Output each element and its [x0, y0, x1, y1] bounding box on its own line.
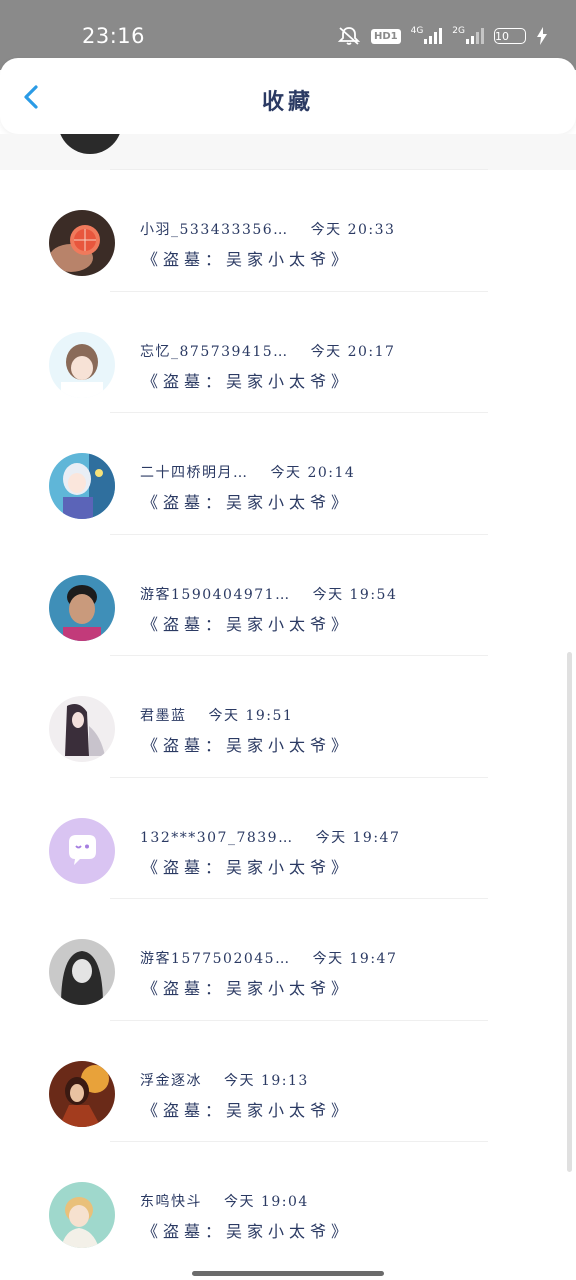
- avatar: [49, 939, 115, 1005]
- page-title: 收藏: [261, 89, 314, 115]
- status-icons: HD1 4G 2G 10: [337, 25, 548, 47]
- item-meta: 君墨蓝 今天 19:51: [140, 705, 293, 725]
- avatar: [49, 453, 115, 519]
- list-item[interactable]: 游客1590404971… 今天 19:54 《盗墓：吴家小太爷》: [0, 535, 576, 656]
- item-meta: 二十四桥明月… 今天 20:14: [140, 462, 355, 482]
- scrollbar[interactable]: [567, 652, 572, 1172]
- book-title: 《盗墓：吴家小太爷》: [142, 371, 353, 391]
- item-meta: 游客1577502045… 今天 19:47: [140, 948, 397, 968]
- item-time: 今天 19:54: [312, 586, 398, 603]
- list-item[interactable]: 忘忆_875739415… 今天 20:17 《盗墓：吴家小太爷》: [0, 292, 576, 413]
- signal-4g-icon: 4G: [410, 25, 443, 44]
- charging-icon: [536, 27, 548, 45]
- list-item[interactable]: 132***307_7839… 今天 19:47 《盗墓：吴家小太爷》: [0, 778, 576, 899]
- item-meta: 132***307_7839… 今天 19:47: [140, 827, 400, 847]
- item-time: 今天 19:47: [312, 951, 398, 967]
- list-item[interactable]: 二十四桥明月… 今天 20:14 《盗墓：吴家小太爷》: [0, 413, 576, 535]
- user-name: 游客1577502045…: [140, 951, 291, 967]
- item-time: 今天 19:51: [208, 708, 294, 724]
- list-item[interactable]: 小羽_533433356… 今天 20:33 《盗墓：吴家小太爷》: [0, 170, 576, 292]
- item-meta: 游客1590404971… 今天 19:54: [140, 584, 397, 604]
- user-name: 132***307_7839…: [140, 829, 294, 846]
- battery-icon: 10: [494, 28, 526, 44]
- item-time: 今天 20:17: [310, 343, 396, 360]
- book-title: 《盗墓：吴家小太爷》: [142, 250, 353, 269]
- user-name: 浮金逐冰: [140, 1072, 202, 1089]
- user-name: 游客1590404971…: [140, 586, 291, 603]
- list-item[interactable]: 东鸣快斗 今天 19:04 《盗墓：吴家小太爷》: [0, 1142, 576, 1264]
- avatar: [49, 1060, 115, 1127]
- book-title: 《盗墓：吴家小太爷》: [142, 493, 353, 512]
- header-bar: 收藏: [0, 58, 576, 134]
- book-title: 《盗墓：吴家小太爷》: [142, 1100, 353, 1120]
- avatar: [49, 331, 115, 398]
- network-4g-label: 4G: [410, 25, 424, 36]
- avatar: [49, 696, 115, 762]
- item-time: 今天 19:47: [315, 829, 401, 846]
- list-item[interactable]: 游客1577502045… 今天 19:47 《盗墓：吴家小太爷》: [0, 899, 576, 1021]
- book-title: 《盗墓：吴家小太爷》: [142, 1222, 353, 1241]
- avatar: [49, 1182, 115, 1248]
- item-meta: 忘忆_875739415… 今天 20:17: [140, 341, 395, 361]
- list-item-partial[interactable]: [0, 134, 576, 170]
- book-title: 《盗墓：吴家小太爷》: [142, 979, 353, 998]
- item-time: 今天 20:33: [310, 222, 396, 238]
- network-2g-label: 2G: [452, 25, 465, 36]
- item-meta: 东鸣快斗 今天 19:04: [140, 1191, 309, 1211]
- home-indicator[interactable]: [192, 1271, 384, 1276]
- mute-icon: [337, 26, 361, 46]
- book-title: 《盗墓：吴家小太爷》: [142, 736, 353, 755]
- user-name: 君墨蓝: [140, 708, 187, 724]
- status-time: 23:16: [82, 24, 146, 48]
- book-title: 《盗墓：吴家小太爷》: [142, 857, 353, 877]
- hd-icon: HD1: [370, 28, 401, 44]
- avatar: [49, 574, 115, 641]
- user-name: 二十四桥明月…: [140, 465, 249, 481]
- avatar: [58, 134, 122, 154]
- user-name: 小羽_533433356…: [140, 222, 289, 238]
- item-time: 今天 19:04: [224, 1194, 309, 1210]
- avatar: [49, 210, 115, 276]
- list-item[interactable]: 君墨蓝 今天 19:51 《盗墓：吴家小太爷》: [0, 656, 576, 778]
- item-meta: 浮金逐冰 今天 19:13: [140, 1070, 309, 1090]
- item-time: 今天 19:13: [224, 1072, 309, 1089]
- favorites-list: 小羽_533433356… 今天 20:33 《盗墓：吴家小太爷》 忘忆_8757…: [0, 134, 576, 1264]
- signal-2g-icon: 2G: [452, 25, 484, 44]
- book-title: 《盗墓：吴家小太爷》: [142, 614, 353, 634]
- list-item[interactable]: 浮金逐冰 今天 19:13 《盗墓：吴家小太爷》: [0, 1021, 576, 1142]
- item-meta: 小羽_533433356… 今天 20:33: [140, 219, 395, 239]
- avatar: [49, 817, 115, 884]
- user-name: 忘忆_875739415…: [140, 343, 289, 360]
- item-time: 今天 20:14: [270, 465, 356, 481]
- user-name: 东鸣快斗: [140, 1194, 202, 1210]
